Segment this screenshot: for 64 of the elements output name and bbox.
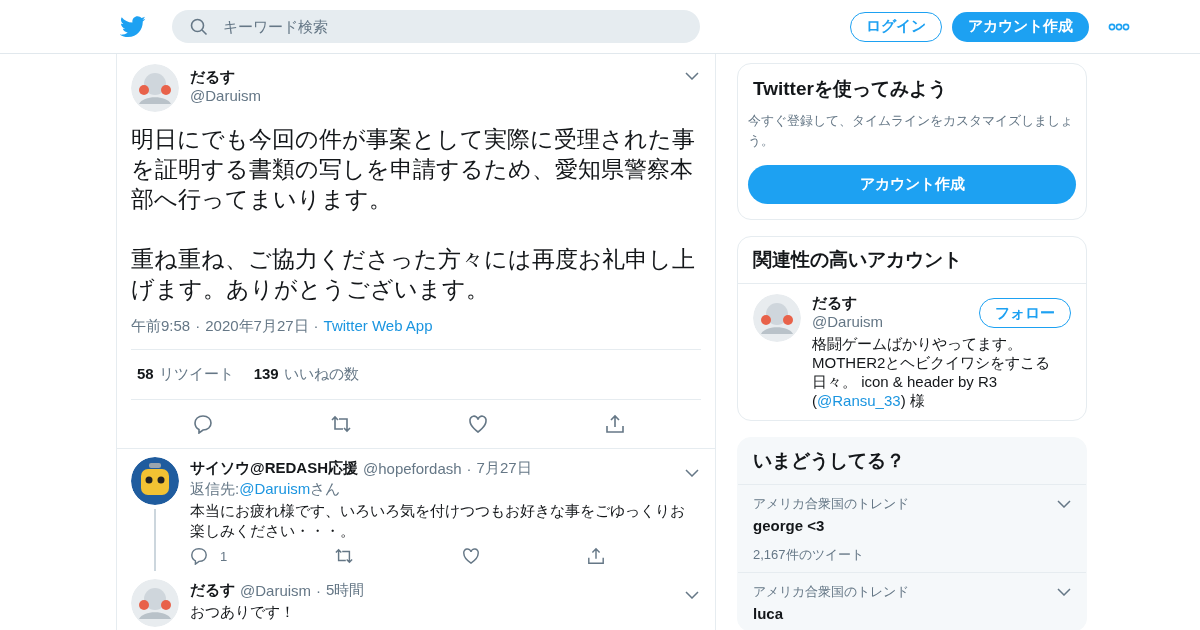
reply-icon[interactable]	[190, 547, 208, 565]
trend-context: アメリカ合衆国のトレンド	[753, 495, 909, 513]
user-name[interactable]: だるす	[812, 294, 884, 313]
user-handle[interactable]: @Daruism	[240, 582, 312, 599]
chevron-down-icon[interactable]	[685, 468, 699, 477]
trend-item[interactable]: アメリカ合衆国のトレンド luca	[738, 573, 1086, 630]
reply-text: おつありです！	[190, 602, 296, 622]
source-link[interactable]: Twitter Web App	[323, 317, 433, 336]
trend-item[interactable]: アメリカ合衆国のトレンド george <3 2,167件のツイート	[738, 485, 1086, 573]
reply-count: 1	[220, 548, 228, 564]
more-icon[interactable]	[1108, 22, 1130, 31]
card-title: いまどうしてる？	[738, 438, 1086, 485]
reply-text: 本当にお疲れ様です、いろいろ気を付けつつもお好きな事をごゆっくりお楽しみください・・・。	[190, 501, 686, 541]
trend-topic: luca	[753, 605, 784, 622]
signup-button[interactable]: アカウント作成	[748, 165, 1076, 204]
follow-button[interactable]: フォロー	[979, 298, 1071, 328]
heart-icon[interactable]	[468, 414, 489, 434]
bird-logo-icon[interactable]	[120, 15, 146, 38]
chevron-down-icon[interactable]	[1057, 588, 1071, 596]
tweet-text: 明日にでも今回の件が事案として実際に受理された事を証明する書類の写しを申請するため、愛知県警察本部へ行ってまいります。	[131, 125, 696, 214]
search-icon	[190, 18, 208, 36]
separator-dot: ·	[316, 582, 322, 599]
honorific-text: さん	[310, 480, 341, 497]
mention-link[interactable]: @Ransu_33	[817, 392, 901, 409]
trend-topic: george <3	[753, 517, 826, 534]
retweet-icon[interactable]	[329, 414, 352, 434]
retweet-icon[interactable]	[334, 547, 355, 565]
stat-label[interactable]: いいねの数	[283, 365, 359, 382]
tweet-time: 午前9:58	[131, 317, 191, 336]
bio-text: 格闘ゲームばかりやってます。MOTHER2とヘビクイワシをすこる日々。 icon & header by R3 (@Ransu_33) 様	[812, 334, 1052, 410]
user-handle[interactable]: @hopefordash	[362, 460, 462, 477]
share-icon[interactable]	[587, 547, 605, 565]
search-field[interactable]: キーワード検索	[172, 10, 700, 43]
card-title: Twitterを使ってみよう	[752, 77, 948, 101]
tweet-text: 重ね重ね、ご協力くださった方々には再度お礼申し上げます。ありがとうございます。	[131, 245, 696, 304]
reply-icon[interactable]	[193, 414, 213, 434]
user-handle[interactable]: @Daruism	[190, 87, 685, 104]
stat-count[interactable]: 139	[253, 365, 279, 382]
user-name[interactable]: だるす	[190, 68, 685, 87]
separator-dot: ·	[466, 460, 472, 477]
separator-dot: ·	[195, 317, 201, 336]
chevron-down-icon[interactable]	[685, 72, 699, 80]
card-title: 関連性の高いアカウント	[738, 237, 1086, 284]
chevron-down-icon[interactable]	[685, 590, 699, 599]
reply-time[interactable]: 7月27日	[476, 459, 532, 478]
user-name[interactable]: だるす	[190, 581, 235, 600]
mention-link[interactable]: @Daruism	[239, 480, 311, 497]
share-icon[interactable]	[604, 414, 625, 434]
stat-count[interactable]: 58	[137, 365, 154, 382]
avatar-icon[interactable]	[131, 457, 179, 505]
trend-context: アメリカ合衆国のトレンド	[753, 583, 909, 601]
tweet-date: 2020年7月27日	[205, 317, 309, 336]
user-name[interactable]: サイソウ@REDASH応援	[190, 459, 358, 478]
heart-icon[interactable]	[461, 547, 480, 565]
stat-label[interactable]: リツイート	[158, 365, 234, 382]
trend-count: 2,167件のツイート	[753, 546, 865, 564]
reply-time[interactable]: 5時間	[326, 581, 365, 600]
signup-button[interactable]: アカウント作成	[952, 11, 1089, 42]
user-handle[interactable]: @Daruism	[812, 313, 884, 330]
card-description: 今すぐ登録して、タイムラインをカスタマイズしましょう。	[748, 112, 1074, 150]
reply-to-label: 返信先:	[190, 480, 240, 497]
login-button[interactable]: ログイン	[850, 11, 942, 42]
chevron-down-icon[interactable]	[1057, 500, 1071, 508]
separator-dot: ·	[313, 317, 319, 336]
